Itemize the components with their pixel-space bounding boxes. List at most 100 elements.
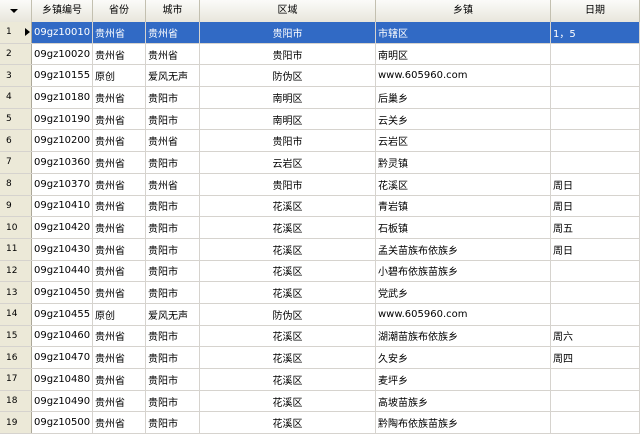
cell-date[interactable] (551, 108, 640, 130)
row-number[interactable]: 8 (0, 173, 32, 195)
cell-area[interactable]: 花溪区 (200, 195, 376, 217)
cell-area[interactable]: 花溪区 (200, 260, 376, 282)
cell-code[interactable]: 09gz10455 (32, 303, 93, 325)
cell-code[interactable]: 09gz10460 (32, 325, 93, 347)
cell-date[interactable] (551, 282, 640, 303)
cell-city[interactable]: 贵阳市 (146, 260, 200, 282)
cell-area[interactable]: 花溪区 (200, 369, 376, 390)
row-number[interactable]: 2 (0, 43, 32, 65)
column-selector-corner[interactable] (0, 0, 32, 22)
cell-code[interactable]: 09gz10370 (32, 173, 93, 195)
cell-date[interactable] (551, 260, 640, 282)
cell-city[interactable]: 贵阳市 (146, 87, 200, 108)
cell-code[interactable]: 09gz10200 (32, 130, 93, 152)
cell-area[interactable]: 南明区 (200, 108, 376, 130)
cell-province[interactable]: 贵州省 (93, 173, 146, 195)
cell-province[interactable]: 贵州省 (93, 412, 146, 434)
row-number[interactable]: 3 (0, 65, 32, 87)
table-row[interactable]: 18 09gz10490 贵州省 贵阳市 花溪区 高坡苗族乡 (0, 390, 640, 413)
cell-area[interactable]: 花溪区 (200, 282, 376, 303)
row-number[interactable]: 7 (0, 152, 32, 173)
table-row[interactable]: 4 09gz10180 贵州省 贵阳市 南明区 后巢乡 (0, 87, 640, 109)
cell-code[interactable]: 09gz10430 (32, 238, 93, 260)
cell-area[interactable]: 贵阳市 (200, 130, 376, 152)
cell-area[interactable]: 防伪区 (200, 303, 376, 325)
cell-town[interactable]: 南明区 (376, 43, 551, 65)
cell-area[interactable]: 防伪区 (200, 65, 376, 87)
cell-city[interactable]: 贵州省 (146, 130, 200, 152)
table-row[interactable]: 16 09gz10470 贵州省 贵阳市 花溪区 久安乡 周四 (0, 347, 640, 369)
cell-town[interactable]: 高坡苗族乡 (376, 390, 551, 412)
cell-city[interactable]: 贵阳市 (146, 347, 200, 368)
cell-province[interactable]: 贵州省 (93, 43, 146, 65)
column-header-city[interactable]: 城市 (146, 0, 200, 22)
table-row[interactable]: 12 09gz10440 贵州省 贵阳市 花溪区 小碧布依族苗族乡 (0, 260, 640, 283)
cell-city[interactable]: 贵阳市 (146, 195, 200, 217)
cell-date[interactable]: 周六 (551, 325, 640, 347)
cell-city[interactable]: 贵州省 (146, 43, 200, 65)
cell-area[interactable]: 贵阳市 (200, 173, 376, 195)
cell-area[interactable]: 花溪区 (200, 347, 376, 368)
cell-date[interactable]: 周日 (551, 195, 640, 217)
cell-town[interactable]: 花溪区 (376, 173, 551, 195)
data-grid[interactable]: 乡镇编号 省份 城市 区域 乡镇 日期 1 09gz10010 贵州省 贵州省 贵阳市市… (0, 0, 640, 439)
table-row[interactable]: 5 09gz10190 贵州省 贵阳市 南明区 云关乡 (0, 108, 640, 131)
cell-province[interactable]: 贵州省 (93, 195, 146, 217)
cell-area[interactable]: 花溪区 (200, 325, 376, 347)
table-row[interactable]: 7 09gz10360 贵州省 贵阳市 云岩区 黔灵镇 (0, 152, 640, 174)
row-number[interactable]: 17 (0, 369, 32, 390)
cell-province[interactable]: 贵州省 (93, 347, 146, 368)
cell-code[interactable]: 09gz10500 (32, 412, 93, 434)
cell-city[interactable]: 贵阳市 (146, 412, 200, 434)
table-row[interactable]: 1 09gz10010 贵州省 贵州省 贵阳市 市辖区 1，5 (0, 22, 640, 44)
cell-date[interactable] (551, 369, 640, 390)
cell-city[interactable]: 贵州省 (146, 22, 200, 43)
cell-province[interactable]: 贵州省 (93, 369, 146, 390)
cell-date[interactable] (551, 43, 640, 65)
row-number[interactable]: 13 (0, 282, 32, 303)
column-header-code[interactable]: 乡镇编号 (32, 0, 93, 22)
cell-province[interactable]: 贵州省 (93, 260, 146, 282)
row-number[interactable]: 1 (0, 22, 32, 43)
cell-area[interactable]: 花溪区 (200, 217, 376, 238)
cell-province[interactable]: 贵州省 (93, 130, 146, 152)
cell-town[interactable]: 云岩区 (376, 130, 551, 152)
cell-province[interactable]: 贵州省 (93, 390, 146, 412)
cell-city[interactable]: 爱风无声 (146, 65, 200, 87)
cell-town[interactable]: 市辖区 (376, 22, 551, 43)
cell-area[interactable]: 贵阳市 (200, 22, 376, 43)
table-row[interactable]: 8 09gz10370 贵州省 贵州省 贵阳市 花溪区 周日 (0, 173, 640, 196)
cell-city[interactable]: 贵阳市 (146, 217, 200, 238)
cell-date[interactable] (551, 152, 640, 173)
cell-area[interactable]: 花溪区 (200, 390, 376, 412)
column-header-date[interactable]: 日期 (551, 0, 640, 22)
cell-city[interactable]: 贵阳市 (146, 282, 200, 303)
table-row[interactable]: 11 09gz10430 贵州省 贵阳市 花溪区 孟关苗族布依族乡 周日 (0, 238, 640, 261)
row-number[interactable]: 18 (0, 390, 32, 412)
cell-area[interactable]: 贵阳市 (200, 43, 376, 65)
column-header-town[interactable]: 乡镇 (376, 0, 551, 22)
cell-province[interactable]: 贵州省 (93, 87, 146, 108)
cell-province[interactable]: 贵州省 (93, 217, 146, 238)
cell-province[interactable]: 贵州省 (93, 325, 146, 347)
cell-code[interactable]: 09gz10190 (32, 108, 93, 130)
row-number[interactable]: 9 (0, 195, 32, 217)
cell-province[interactable]: 贵州省 (93, 108, 146, 130)
cell-province[interactable]: 贵州省 (93, 22, 146, 43)
cell-town[interactable]: 党武乡 (376, 282, 551, 303)
cell-town[interactable]: 久安乡 (376, 347, 551, 368)
cell-date[interactable]: 周五 (551, 217, 640, 238)
cell-code[interactable]: 09gz10470 (32, 347, 93, 368)
cell-code[interactable]: 09gz10410 (32, 195, 93, 217)
cell-city[interactable]: 贵阳市 (146, 238, 200, 260)
cell-code[interactable]: 09gz10155 (32, 65, 93, 87)
cell-code[interactable]: 09gz10450 (32, 282, 93, 303)
cell-province[interactable]: 原创 (93, 303, 146, 325)
cell-date[interactable]: 周日 (551, 173, 640, 195)
row-number[interactable]: 19 (0, 412, 32, 434)
cell-city[interactable]: 贵阳市 (146, 325, 200, 347)
table-row[interactable]: 15 09gz10460 贵州省 贵阳市 花溪区 湖潮苗族布依族乡 周六 (0, 325, 640, 348)
cell-city[interactable]: 贵阳市 (146, 108, 200, 130)
column-header-province[interactable]: 省份 (93, 0, 146, 22)
cell-city[interactable]: 爱风无声 (146, 303, 200, 325)
